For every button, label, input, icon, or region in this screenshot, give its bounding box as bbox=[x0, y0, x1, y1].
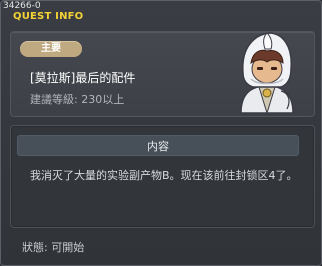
quest-description: 我消灭了大量的实验副产物B。现在该前往封锁区4了。 bbox=[30, 169, 298, 182]
recommended-level: 建議等級: 230以上 bbox=[30, 93, 125, 106]
quest-info-window: 34266-0 QUEST INFO 主要 [莫拉斯]最后的配件 建議等級: 2… bbox=[0, 0, 322, 266]
window-title: QUEST INFO bbox=[13, 11, 84, 22]
quest-status: 狀態: 可開始 bbox=[22, 241, 85, 254]
quest-name: [莫拉斯]最后的配件 bbox=[30, 71, 136, 85]
quest-id: 34266-0 bbox=[3, 1, 41, 11]
content-section-header: 内容 bbox=[17, 135, 299, 156]
quest-type-badge: 主要 bbox=[20, 41, 82, 57]
hooded-npc-portrait-icon bbox=[240, 32, 294, 115]
